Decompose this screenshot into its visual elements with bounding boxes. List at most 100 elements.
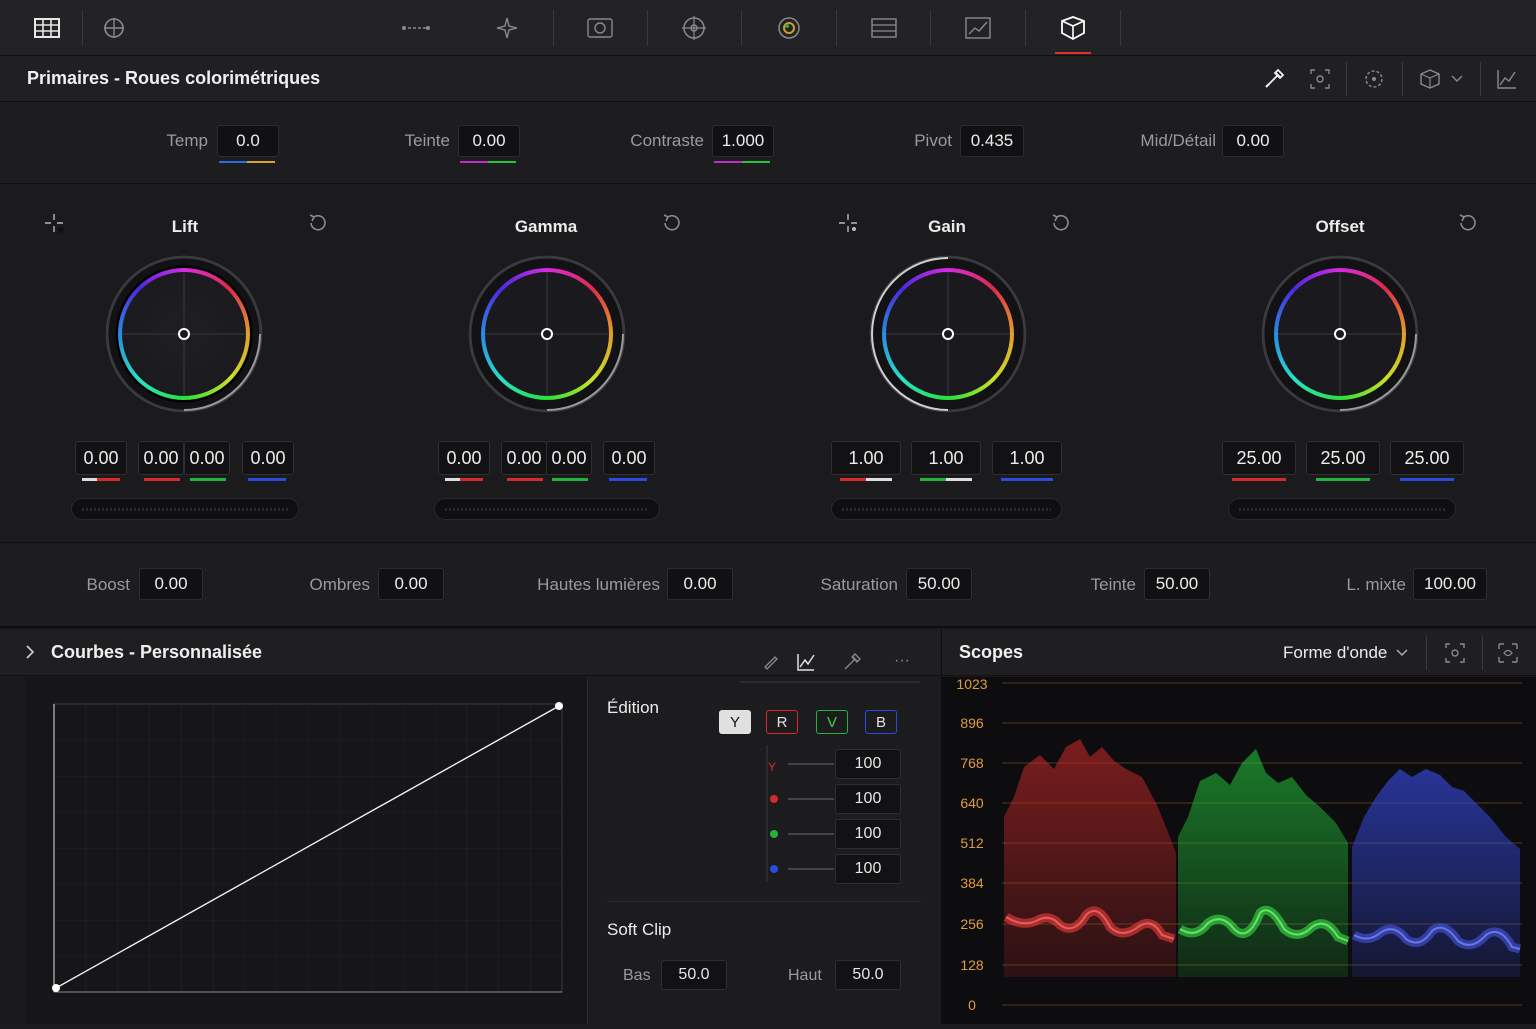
gamma-reset-icon[interactable] (658, 209, 686, 237)
contrast-field[interactable]: 1.000 (712, 125, 774, 157)
channel-b-button[interactable]: B (865, 710, 897, 734)
eyedropper-icon[interactable] (1258, 63, 1290, 95)
cube-icon[interactable] (1053, 8, 1093, 48)
offset-jog-wheel[interactable] (1228, 498, 1456, 520)
offset-reset-icon[interactable] (1454, 209, 1482, 237)
lift-blue-value[interactable]: 0.00 (242, 441, 294, 475)
temp-label: Temp (166, 131, 208, 150)
lummix-label: L. mixte (1346, 575, 1406, 594)
lummix-field[interactable]: 100.00 (1413, 568, 1487, 600)
scope-mode-chevron-icon[interactable] (1396, 644, 1408, 662)
temp-field[interactable]: 0.0 (217, 125, 279, 157)
curve-picker-icon[interactable] (842, 652, 862, 677)
g-mix-value[interactable]: 100 (835, 819, 901, 849)
more-icon[interactable]: ··· (894, 652, 910, 670)
lift-picker-icon[interactable] (40, 209, 68, 237)
horizontal-dots-icon[interactable] (396, 8, 436, 48)
gain-green-value[interactable]: 1.00 (911, 441, 981, 475)
gain-picker-icon[interactable] (834, 209, 862, 237)
lift-reset-icon[interactable] (304, 209, 332, 237)
camera-icon[interactable] (580, 8, 620, 48)
y-lock-icon: Y (768, 760, 777, 774)
gamma-blue-value[interactable]: 0.00 (603, 441, 655, 475)
shadows-label: Ombres (309, 575, 370, 594)
highlights-field[interactable]: 0.00 (667, 568, 733, 600)
channel-v-button[interactable]: V (816, 710, 848, 734)
boost-field[interactable]: 0.00 (139, 568, 203, 600)
middetail-field[interactable]: 0.00 (1222, 125, 1284, 157)
gain-jog-wheel[interactable] (831, 498, 1062, 520)
gamma-wheel[interactable] (467, 254, 627, 414)
scale-label-128: 128 (960, 957, 984, 973)
lift-green-value[interactable]: 0.00 (184, 441, 230, 475)
chart-icon[interactable] (958, 8, 998, 48)
gain-reset-icon[interactable] (1047, 209, 1075, 237)
target-icon[interactable] (674, 8, 714, 48)
tint-slider-green (488, 161, 516, 163)
gain-red-value[interactable]: 1.00 (831, 441, 901, 475)
offset-wheel[interactable] (1260, 254, 1420, 414)
offset-blue-value[interactable]: 25.00 (1390, 441, 1464, 475)
gamma-master-value[interactable]: 0.00 (438, 441, 490, 475)
highlight-icon[interactable] (1304, 63, 1336, 95)
lift-wheel[interactable] (104, 254, 264, 414)
focus-icon[interactable] (1358, 63, 1390, 95)
gamma-green-value[interactable]: 0.00 (546, 441, 592, 475)
lift-jog-wheel[interactable] (71, 498, 299, 520)
gamma-jog-wheel[interactable] (434, 498, 660, 520)
panel-title: Primaires - Roues colorimétriques (27, 68, 321, 88)
scope-expand-icon[interactable] (1497, 642, 1519, 669)
softclip-low-value[interactable]: 50.0 (661, 960, 727, 990)
grid-icon[interactable] (27, 8, 67, 48)
r-mix-value[interactable]: 100 (835, 784, 901, 814)
scope-highlight-icon[interactable] (1444, 642, 1466, 669)
secondary-params-row: Boost 0.00 Ombres 0.00 Hautes lumières 0… (0, 544, 1536, 628)
middetail-label: Mid/Détail (1140, 131, 1216, 150)
lift-master-value[interactable]: 0.00 (75, 441, 127, 475)
layers-icon[interactable] (864, 8, 904, 48)
cube-menu-icon[interactable] (1414, 63, 1446, 95)
pen-icon[interactable] (762, 652, 780, 675)
lift-title: Lift (171, 217, 199, 236)
chevron-right-icon[interactable] (24, 644, 36, 665)
offset-green-value[interactable]: 25.00 (1306, 441, 1380, 475)
top-toolbar (0, 0, 1536, 56)
channel-y-button[interactable]: Y (719, 710, 751, 734)
waveform-display (1002, 682, 1522, 1006)
y-mix-value[interactable]: 100 (835, 749, 901, 779)
color-wheels-section: Lift 0.00 0.00 0.00 0.00 Gamma 0.00 0.00 (0, 185, 1536, 543)
highlights-label: Hautes lumières (537, 575, 660, 594)
gain-wheel[interactable] (868, 254, 1028, 414)
b-mix-value[interactable]: 100 (835, 854, 901, 884)
lift-red-value[interactable]: 0.00 (138, 441, 184, 475)
tint-field[interactable]: 0.00 (458, 125, 520, 157)
primary-params-row: Temp 0.0 Teinte 0.00 Contraste 1.000 Piv… (0, 102, 1536, 184)
star-icon[interactable] (487, 8, 527, 48)
graph-icon[interactable] (1491, 63, 1523, 95)
gamma-red-value[interactable]: 0.00 (501, 441, 547, 475)
curve-graph[interactable] (26, 677, 588, 1024)
curve-edit-icon[interactable] (796, 652, 816, 677)
gain-title: Gain (928, 217, 966, 236)
contrast-slider-green (742, 161, 770, 163)
curve-edit-panel: Édition Y R V B Y 100 100 100 100 Soft C… (588, 677, 940, 1024)
hue-field[interactable]: 50.00 (1144, 568, 1210, 600)
chevron-down-icon[interactable] (1447, 63, 1467, 95)
panel-title-bar: Primaires - Roues colorimétriques (0, 56, 1536, 102)
crosshair-icon[interactable] (94, 8, 134, 48)
edit-label: Édition (607, 698, 659, 717)
shadows-field[interactable]: 0.00 (378, 568, 444, 600)
saturation-field[interactable]: 50.00 (906, 568, 972, 600)
gain-blue-value[interactable]: 1.00 (992, 441, 1062, 475)
channel-r-button[interactable]: R (766, 710, 798, 734)
contrast-label: Contraste (630, 131, 704, 150)
scopes-title: Scopes (959, 642, 1024, 662)
offset-red-value[interactable]: 25.00 (1222, 441, 1296, 475)
pivot-field[interactable]: 0.435 (960, 125, 1024, 157)
scale-label-768: 768 (960, 755, 984, 771)
scope-mode-select[interactable]: Forme d'onde (1283, 643, 1387, 663)
color-icon[interactable] (769, 8, 809, 48)
softclip-high-value[interactable]: 50.0 (835, 960, 901, 990)
active-tab-indicator (1055, 52, 1091, 54)
softclip-high-label: Haut (788, 967, 822, 984)
